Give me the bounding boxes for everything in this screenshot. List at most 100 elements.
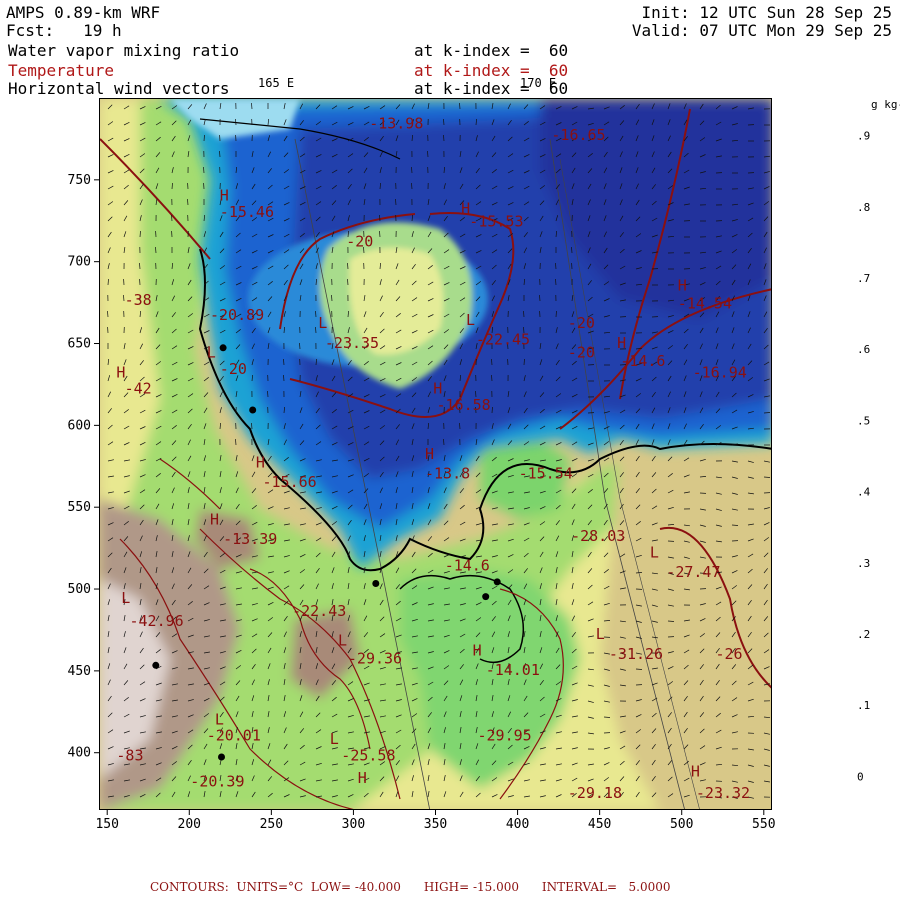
contour-label: H <box>220 187 229 205</box>
map-panel[interactable]: -13.98 -16.65 H -15.46 H -15.53 -20 H -14.54 -38-… <box>99 98 772 810</box>
contour-label: -16.65 <box>551 126 605 144</box>
contour-label: -13.8 <box>425 465 470 483</box>
wind-vector <box>299 342 301 350</box>
map-canvas: -13.98-16.65H-15.46 H-15.53-20H-14.54-38-… <box>100 99 771 809</box>
contour-label: L <box>330 730 339 748</box>
x-tick-label: 550 <box>752 817 775 832</box>
station-marker[interactable] <box>218 753 225 761</box>
wind-vector <box>347 278 349 286</box>
wind-vector <box>443 438 445 446</box>
wind-vector <box>235 438 237 446</box>
contour-label: -14.6 <box>445 556 490 574</box>
wind-vector <box>555 262 557 270</box>
y-tick-label: 600 <box>68 418 91 433</box>
contour-label: -15.46 <box>220 203 274 221</box>
contour-label: -20 <box>568 344 595 362</box>
contour-label: -20.01 <box>207 727 261 745</box>
footer-units: UNITS=°C <box>236 880 304 894</box>
station-marker[interactable] <box>493 578 501 586</box>
wind-vector <box>763 412 771 414</box>
contour-label: H <box>617 334 626 352</box>
wind-vector <box>155 246 157 254</box>
contour-footer: CONTOURS: UNITS=°C LOW= -40.000 HIGH= -1… <box>150 880 671 894</box>
x-tick-label: 250 <box>260 817 283 832</box>
colorbar-label: .6 <box>857 343 870 356</box>
wind-vector <box>523 310 525 318</box>
wind-vector <box>491 406 493 414</box>
wind-vector <box>203 134 205 142</box>
contour-label: L <box>338 632 347 650</box>
colorbar-label: .3 <box>857 557 870 570</box>
wind-vector <box>443 134 445 142</box>
x-axis-ticks: 150 200 250 300 350 400 450 500 550 <box>95 810 776 832</box>
wind-vector <box>491 358 493 366</box>
wind-vector <box>459 422 461 430</box>
station-marker[interactable] <box>249 406 257 414</box>
footer-contours: CONTOURS: <box>150 880 229 894</box>
wind-vector <box>171 182 173 190</box>
station-marker[interactable] <box>219 344 227 352</box>
contour-label: -16.58 <box>437 396 491 414</box>
wind-vector <box>731 524 739 526</box>
meridian-label-165e: 165 E <box>258 76 295 90</box>
contour-label: -20 <box>346 232 373 250</box>
contour-label: -27.47 <box>666 563 720 581</box>
contour-label: -20 <box>220 360 247 378</box>
wind-vector <box>555 310 557 318</box>
y-axis-ticks: 400 450 500 550 600 650 700 750 <box>68 173 99 761</box>
wind-vector <box>107 310 109 318</box>
wind-vector <box>331 294 333 302</box>
colorbar-label: .7 <box>857 272 870 285</box>
contour-label: H <box>210 511 219 529</box>
contour-label: -83 <box>116 746 143 764</box>
fcst-value: 19 h <box>83 21 122 40</box>
contour-label: -20 <box>568 314 595 332</box>
contour-label: -38 <box>125 291 152 309</box>
contour-label: L <box>318 314 327 332</box>
contour-label: L <box>121 589 130 607</box>
contour-label: H <box>256 453 265 471</box>
contour-label: -13.98 <box>369 115 423 133</box>
station-marker[interactable] <box>372 580 380 587</box>
y-tick-label: 400 <box>68 746 91 761</box>
forecast-hour: Fcst: 19 h <box>6 22 122 40</box>
colorbar: g kg-1 0 .1 .2 .3 .4 .5 .6 .7 .8 .9 <box>857 98 900 783</box>
wind-vector <box>171 214 173 222</box>
station-marker[interactable] <box>152 661 160 669</box>
wind-vector <box>491 374 493 382</box>
contour-label: -13.39 <box>223 530 277 548</box>
wind-vector <box>667 620 675 622</box>
wind-vector <box>411 166 413 174</box>
y-tick-label: 650 <box>68 337 91 352</box>
contour-label: -29.36 <box>348 650 402 668</box>
contour-label: -28.03 <box>571 527 625 545</box>
contour-label: -14.54 <box>678 295 732 313</box>
station-marker[interactable] <box>482 593 490 601</box>
footer-interval: INTERVAL= 5.0000 <box>541 880 671 894</box>
colorbar-unit: g kg-1 <box>871 98 900 111</box>
x-tick-label: 450 <box>588 817 611 832</box>
contour-label: H <box>116 363 125 381</box>
contour-label: -14.01 <box>486 661 540 679</box>
colorbar-label: .9 <box>857 130 870 143</box>
y-tick-label: 750 <box>68 173 91 188</box>
colorbar-label: .4 <box>857 486 871 499</box>
contour-label: L <box>466 311 475 329</box>
wind-vector <box>235 118 237 126</box>
wind-vector <box>379 214 381 222</box>
model-title: AMPS 0.89-km WRF <box>6 3 161 22</box>
field-wind: Horizontal wind vectors <box>8 79 230 98</box>
contour-label: -15.53 <box>469 213 523 231</box>
wind-vector <box>443 118 445 126</box>
wind-vector <box>635 668 643 670</box>
wind-vector <box>763 476 771 478</box>
contour-label: -22.45 <box>476 331 530 349</box>
contour-label: -16.94 <box>693 363 747 381</box>
fcst-label: Fcst: <box>6 21 55 40</box>
y-tick-label: 450 <box>68 664 91 679</box>
wind-vector <box>395 198 397 206</box>
colorbar-label: .1 <box>857 699 870 712</box>
y-tick-label: 550 <box>68 500 91 515</box>
contour-label: -23.32 <box>696 784 750 802</box>
contour-label: -25.58 <box>341 746 395 764</box>
